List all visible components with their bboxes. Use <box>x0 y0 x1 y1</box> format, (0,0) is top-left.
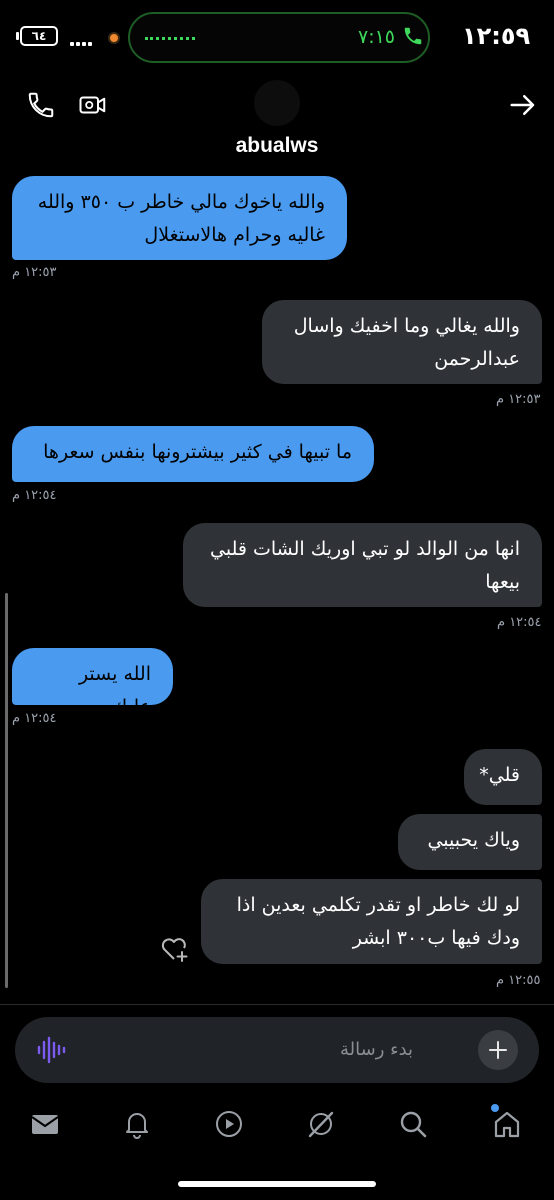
message-line: والله يغالي وما اخفيك واسال <box>293 315 520 337</box>
message-timestamp: ١٢:٥٤ م <box>497 615 542 630</box>
message-input[interactable]: بدء رسالة <box>340 1039 413 1060</box>
divider <box>0 1004 554 1005</box>
message-timestamp: ١٢:٥٣ م <box>496 392 541 407</box>
back-arrow-icon[interactable] <box>508 90 538 120</box>
message-outgoing[interactable]: والله يغالي وما اخفيك واسال عبدالرحمن <box>262 300 542 384</box>
message-outgoing[interactable]: قلي* <box>464 749 542 805</box>
audio-wave-icon <box>145 37 195 43</box>
battery-icon: ٦٤ <box>20 26 58 46</box>
message-outgoing[interactable]: وياك يحبيبي <box>398 814 542 870</box>
add-attachment-button[interactable] <box>478 1030 518 1070</box>
message-line: بيعها <box>485 571 520 593</box>
message-line: عبدالرحمن <box>434 348 520 370</box>
message-line: غاليه وحرام هالاستغلال <box>144 224 325 246</box>
notification-dot <box>491 1104 499 1112</box>
message-outgoing[interactable]: انها من الوالد لو تبي اوريك الشات قلبي ب… <box>183 523 542 607</box>
message-incoming[interactable]: ما تبيها في كثير بيشترونها بنفس سعرها <box>12 426 374 482</box>
message-incoming[interactable]: الله يستر عليك <box>12 648 173 718</box>
battery-nub <box>16 32 19 40</box>
message-line: والله ياخوك مالي خاطر ب ٣٥٠ والله <box>37 191 325 213</box>
react-heart-icon[interactable] <box>160 935 190 963</box>
message-line: لو لك خاطر او تقدر تكلمي بعدين اذا <box>236 894 520 916</box>
message-timestamp: ١٢:٥٤ م <box>12 711 57 726</box>
message-line: ما تبيها في كثير بيشترونها بنفس سعرها <box>43 441 352 463</box>
play-icon[interactable] <box>214 1109 244 1139</box>
message-timestamp: ١٢:٥٤ م <box>12 488 57 503</box>
message-line: ودك فيها ب٣٠٠ ابشر <box>352 927 520 949</box>
avatar[interactable] <box>254 80 300 126</box>
scrollbar[interactable] <box>5 593 8 988</box>
call-phone-icon <box>404 27 422 45</box>
message-incoming[interactable]: والله ياخوك مالي خاطر ب ٣٥٠ والله غاليه … <box>12 176 347 260</box>
search-icon[interactable] <box>398 1109 428 1139</box>
conversation-username[interactable]: abualws <box>0 134 554 158</box>
bell-icon[interactable] <box>122 1109 152 1139</box>
video-call-icon[interactable] <box>78 90 108 120</box>
message-composer[interactable] <box>15 1017 539 1083</box>
message-timestamp: ١٢:٥٥ م <box>496 973 541 988</box>
message-line: وياك يحبيبي <box>427 829 520 851</box>
grok-icon[interactable] <box>306 1109 336 1139</box>
signal-icon <box>70 31 94 50</box>
home-indicator[interactable] <box>178 1181 376 1187</box>
mail-icon[interactable] <box>30 1109 60 1139</box>
message-outgoing[interactable]: لو لك خاطر او تقدر تكلمي بعدين اذا ودك ف… <box>201 879 542 964</box>
message-line: انها من الوالد لو تبي اوريك الشات قلبي <box>210 538 520 560</box>
message-timestamp: ١٢:٥٣ م <box>12 265 57 280</box>
phone-icon[interactable] <box>26 90 56 120</box>
plus-icon <box>489 1041 507 1059</box>
status-time: ١٢:٥٩ <box>462 22 531 50</box>
voice-message-icon[interactable] <box>36 1036 66 1064</box>
recording-indicator-icon <box>108 32 120 44</box>
message-line: قلي* <box>479 764 520 786</box>
call-duration: ٧:١٥ <box>358 26 396 48</box>
home-icon[interactable] <box>492 1109 522 1139</box>
